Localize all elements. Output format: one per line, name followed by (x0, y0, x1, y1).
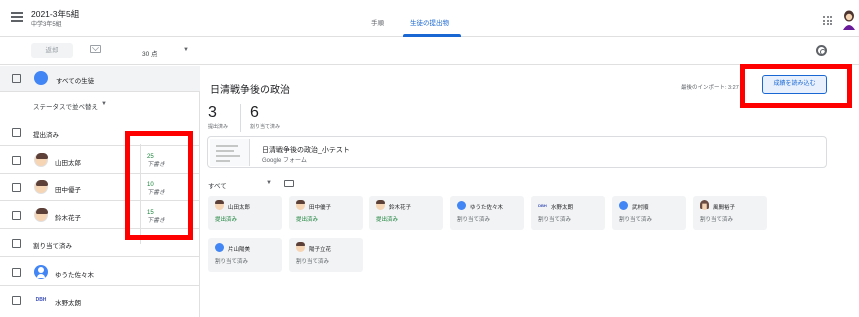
page-title: 日清戦争後の政治 (210, 85, 290, 96)
toolbar: 返却 30 点 ▼ (0, 37, 859, 65)
account-avatar[interactable] (841, 10, 857, 30)
student-checkbox[interactable] (12, 211, 21, 220)
avatar (619, 201, 628, 210)
card-name: 鈴木花子 (389, 205, 412, 211)
email-icon[interactable] (90, 45, 101, 53)
avatar (215, 243, 224, 252)
card-name: 水野太朗 (551, 205, 574, 211)
student-name: 山田太郎 (55, 160, 81, 167)
assigned-count: 6 (250, 104, 259, 121)
status-filter-dropdown[interactable]: すべて (208, 180, 227, 190)
avatar (34, 153, 48, 167)
assigned-label: 割り当て済み (250, 124, 281, 130)
highlight-box-import (740, 64, 852, 108)
avatar (34, 180, 48, 194)
avatar (34, 265, 48, 279)
card-status: 割り当て済み (619, 217, 653, 223)
list-item-all-students[interactable]: すべての生徒 (0, 66, 200, 92)
avatar (215, 200, 224, 210)
avatar (700, 201, 709, 210)
folder-icon[interactable] (284, 180, 294, 187)
student-card[interactable]: 田中優子 提出済み (289, 196, 363, 230)
card-status: 割り当て済み (538, 217, 572, 223)
return-button[interactable]: 返却 (31, 43, 73, 58)
list-item[interactable]: ゆうた佐々木 (0, 260, 200, 286)
card-name: 片山陽美 (228, 247, 251, 253)
chevron-down-icon[interactable]: ▼ (266, 180, 272, 186)
student-name: 鈴木花子 (55, 215, 81, 222)
attachment-card[interactable]: 日清戦争後の政治_小テスト Google フォーム (207, 136, 827, 168)
group-checkbox[interactable] (12, 128, 21, 137)
student-checkbox[interactable] (12, 268, 21, 277)
card-name: 武村順 (632, 205, 649, 211)
card-status: 割り当て済み (296, 259, 330, 265)
card-status: 割り当て済み (457, 217, 491, 223)
group-checkbox[interactable] (12, 239, 21, 248)
card-status: 提出済み (215, 217, 238, 223)
select-all-checkbox[interactable] (12, 74, 21, 83)
student-card[interactable]: 武村順 割り当て済み (612, 196, 686, 230)
chevron-down-icon[interactable]: ▼ (101, 101, 107, 107)
gear-icon[interactable] (816, 45, 827, 56)
all-students-label: すべての生徒 (56, 78, 95, 85)
student-card[interactable]: 鈴木花子 提出済み (369, 196, 443, 230)
card-name: 陽子立花 (309, 247, 332, 253)
student-card[interactable]: ゆうた佐々木 割り当て済み (450, 196, 524, 230)
student-card[interactable]: 風間裕子 割り当て済み (693, 196, 767, 230)
card-status: 割り当て済み (700, 217, 734, 223)
student-checkbox[interactable] (12, 296, 21, 305)
group-icon (34, 71, 48, 85)
card-name: 山田太郎 (228, 205, 251, 211)
student-name: ゆうた佐々木 (55, 272, 94, 279)
tab-instructions[interactable]: 手順 (371, 17, 384, 27)
points-select[interactable]: 30 点 (142, 48, 158, 58)
card-name: 風間裕子 (713, 205, 736, 211)
apps-grid-icon[interactable] (823, 16, 832, 25)
list-item[interactable]: DBH 水野太朗 (0, 288, 200, 314)
avatar (296, 242, 305, 252)
avatar (296, 200, 305, 210)
student-card[interactable]: 陽子立花 割り当て済み (289, 238, 363, 272)
card-name: 田中優子 (309, 205, 332, 211)
menu-icon[interactable] (11, 12, 23, 22)
student-checkbox[interactable] (12, 156, 21, 165)
attachment-title: 日清戦争後の政治_小テスト (262, 147, 350, 154)
class-subtitle: 中学3年5組 (31, 22, 62, 28)
avatar (457, 201, 466, 210)
card-status: 提出済み (296, 217, 319, 223)
avatar (34, 208, 48, 222)
highlight-box-grades (125, 131, 193, 240)
student-name: 水野太朗 (55, 300, 81, 307)
student-checkbox[interactable] (12, 183, 21, 192)
avatar (376, 200, 385, 210)
card-status: 割り当て済み (215, 259, 249, 265)
student-name: 田中優子 (55, 187, 81, 194)
stat-divider (240, 104, 241, 132)
card-status: 提出済み (376, 217, 399, 223)
chevron-down-icon[interactable]: ▼ (183, 47, 189, 53)
student-card[interactable]: 山田太郎 提出済み (208, 196, 282, 230)
avatar: DBH (538, 203, 547, 208)
last-import-label: 最後のインポート: 3:27 (681, 85, 739, 91)
group-label: 提出済み (33, 132, 59, 139)
attachment-type: Google フォーム (262, 158, 307, 164)
group-label: 割り当て済み (33, 243, 72, 250)
student-card[interactable]: 片山陽美 割り当て済み (208, 238, 282, 272)
form-thumbnail (210, 139, 250, 166)
submitted-label: 提出済み (208, 124, 229, 130)
card-name: ゆうた佐々木 (470, 205, 504, 211)
submitted-count: 3 (208, 104, 217, 121)
sort-dropdown[interactable]: ステータスで並べ替え (33, 101, 98, 111)
student-card[interactable]: DBH 水野太朗 割り当て済み (531, 196, 605, 230)
avatar: DBH (35, 297, 47, 303)
top-bar: 2021-3年5組 中学3年5組 手順 生徒の提出物 (0, 0, 859, 37)
tab-student-work[interactable]: 生徒の提出物 (410, 17, 449, 27)
